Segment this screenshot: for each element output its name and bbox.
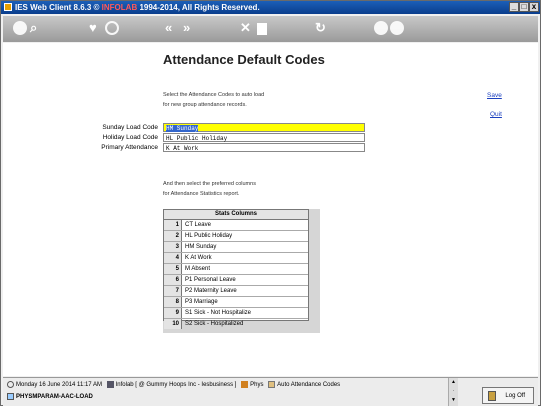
save-link[interactable]: Save — [487, 92, 502, 99]
intro-text-1: Select the Attendance Codes to auto load — [163, 92, 265, 98]
status-line: Monday 16 June 2014 11:17 AM Infolab [ @… — [7, 381, 340, 390]
columns-text-2: for Attendance Statistics report. — [163, 191, 240, 197]
table-row[interactable]: 8 P3 Marriage — [164, 297, 308, 308]
row-number: 9 — [164, 308, 182, 318]
row-number: 5 — [164, 264, 182, 274]
info-icon[interactable] — [13, 21, 27, 35]
history-icon[interactable] — [105, 21, 119, 35]
ok-icon[interactable] — [374, 21, 388, 35]
page-icon[interactable] — [257, 23, 267, 35]
quit-link[interactable]: Quit — [490, 111, 502, 118]
sunday-load-code-field[interactable]: HM Sunday — [163, 123, 365, 132]
log-off-button[interactable]: Log Off — [482, 387, 534, 404]
main-content: Attendance Default Codes Select the Atte… — [3, 43, 538, 376]
status-module: Phys — [250, 382, 264, 389]
table-row[interactable]: 5M Absent — [164, 264, 308, 275]
title-bar: IES Web Client 8.6.3 © INFOLAB 1994-2014… — [1, 1, 540, 14]
table-row[interactable]: 4K At Work — [164, 253, 308, 264]
row-value: CT Leave — [185, 222, 211, 228]
table-row[interactable]: 1 CT Leave — [164, 220, 308, 231]
row-value: K At Work — [185, 255, 212, 261]
columns-text-1: And then select the preferred columns — [163, 181, 256, 187]
back-icon[interactable]: « — [165, 20, 172, 36]
row-number: 1 — [164, 220, 182, 230]
table-row[interactable]: 3 HM Sunday — [164, 242, 308, 253]
refresh-icon[interactable]: ↻ — [315, 20, 326, 36]
title-prefix: IES Web Client 8.6.3 © — [15, 3, 102, 12]
holiday-load-code-field[interactable]: HL Public Holiday — [163, 133, 365, 142]
row-number: 10 — [164, 319, 182, 329]
phys-icon — [241, 381, 249, 388]
table-row[interactable]: 6 P1 Personal Leave — [164, 275, 308, 286]
row-value: M Absent — [185, 266, 211, 272]
sunday-load-code-value: HM Sunday — [166, 125, 199, 132]
row-value: P3 Marriage — [185, 299, 218, 305]
heart-icon[interactable]: ♥ — [89, 20, 97, 36]
tools-icon[interactable]: ✕ — [240, 20, 251, 36]
code-icon — [7, 393, 14, 400]
row-value: HL Public Holiday — [185, 233, 233, 239]
title-suffix: 1994-2014, All Rights Reserved. — [137, 3, 260, 12]
stats-columns-header: Stats Columns — [164, 210, 308, 220]
close-button[interactable]: x — [529, 2, 539, 12]
intro-text-2: for new group attendance records. — [163, 102, 247, 108]
primary-label: Primary Attendance — [101, 144, 158, 151]
table-row[interactable]: 9 S1 Sick - Not Hospitalize — [164, 308, 308, 319]
toolbar: ⌕ ♥ « » ✕ ↻ — [3, 16, 538, 42]
status-company: Infolab [ @ Gummy Hoops Inc - Iesbusines… — [115, 382, 237, 389]
page-title: Attendance Default Codes — [163, 52, 325, 67]
title-brand: INFOLAB — [101, 3, 138, 12]
screen-icon — [268, 381, 276, 388]
row-value: HM Sunday — [185, 244, 217, 250]
row-value: P1 Personal Leave — [185, 277, 236, 283]
screen-code: PHYSMPARAM-AAC-LOAD — [7, 393, 93, 402]
row-number: 8 — [164, 297, 182, 307]
user-icon — [106, 381, 114, 388]
window-title: IES Web Client 8.6.3 © INFOLAB 1994-2014… — [15, 1, 260, 14]
log-off-label: Log Off — [505, 393, 525, 399]
stats-columns-panel: Stats Columns 1 CT Leave 2 HL Public Holida… — [163, 209, 320, 333]
stats-rows: 1 CT Leave 2 HL Public Holiday 3 HM Sunday 4 K … — [164, 220, 308, 329]
table-row[interactable]: 10 S2 Sick - Hospitalized — [164, 319, 308, 329]
minimize-button[interactable]: _ — [509, 2, 519, 12]
stats-columns-grid: Stats Columns 1 CT Leave 2 HL Public Holida… — [163, 209, 309, 329]
cancel-icon[interactable] — [390, 21, 404, 35]
primary-attendance-field[interactable]: K At Work — [163, 143, 365, 152]
app-icon — [4, 3, 12, 11]
row-number: 3 — [164, 242, 182, 252]
row-value: S1 Sick - Not Hospitalize — [185, 310, 252, 316]
row-number: 6 — [164, 275, 182, 285]
row-number: 2 — [164, 231, 182, 241]
restore-button[interactable]: □ — [519, 2, 529, 12]
lock-icon — [488, 391, 496, 401]
table-row[interactable]: 2 HL Public Holiday — [164, 231, 308, 242]
status-screen: Auto Attendance Codes — [277, 382, 341, 389]
holiday-label: Holiday Load Code — [102, 134, 158, 141]
forward-icon[interactable]: » — [183, 20, 190, 36]
app-window: IES Web Client 8.6.3 © INFOLAB 1994-2014… — [0, 0, 541, 406]
row-value: P2 Maternity Leave — [185, 288, 237, 294]
table-row[interactable]: 7 P2 Maternity Leave — [164, 286, 308, 297]
sunday-label: Sunday Load Code — [102, 124, 158, 131]
screen-code-text: PHYSMPARAM-AAC-LOAD — [16, 394, 93, 401]
status-bar: Monday 16 June 2014 11:17 AM Infolab [ @… — [3, 377, 538, 406]
status-date: Monday 16 June 2014 11:17 AM — [16, 382, 102, 389]
search-icon[interactable]: ⌕ — [30, 20, 37, 36]
row-value: S2 Sick - Hospitalized — [185, 321, 244, 327]
status-scrollbar[interactable]: ▲ · ▼ — [448, 378, 458, 406]
row-number: 7 — [164, 286, 182, 296]
clock-icon — [7, 381, 14, 388]
row-number: 4 — [164, 253, 182, 263]
